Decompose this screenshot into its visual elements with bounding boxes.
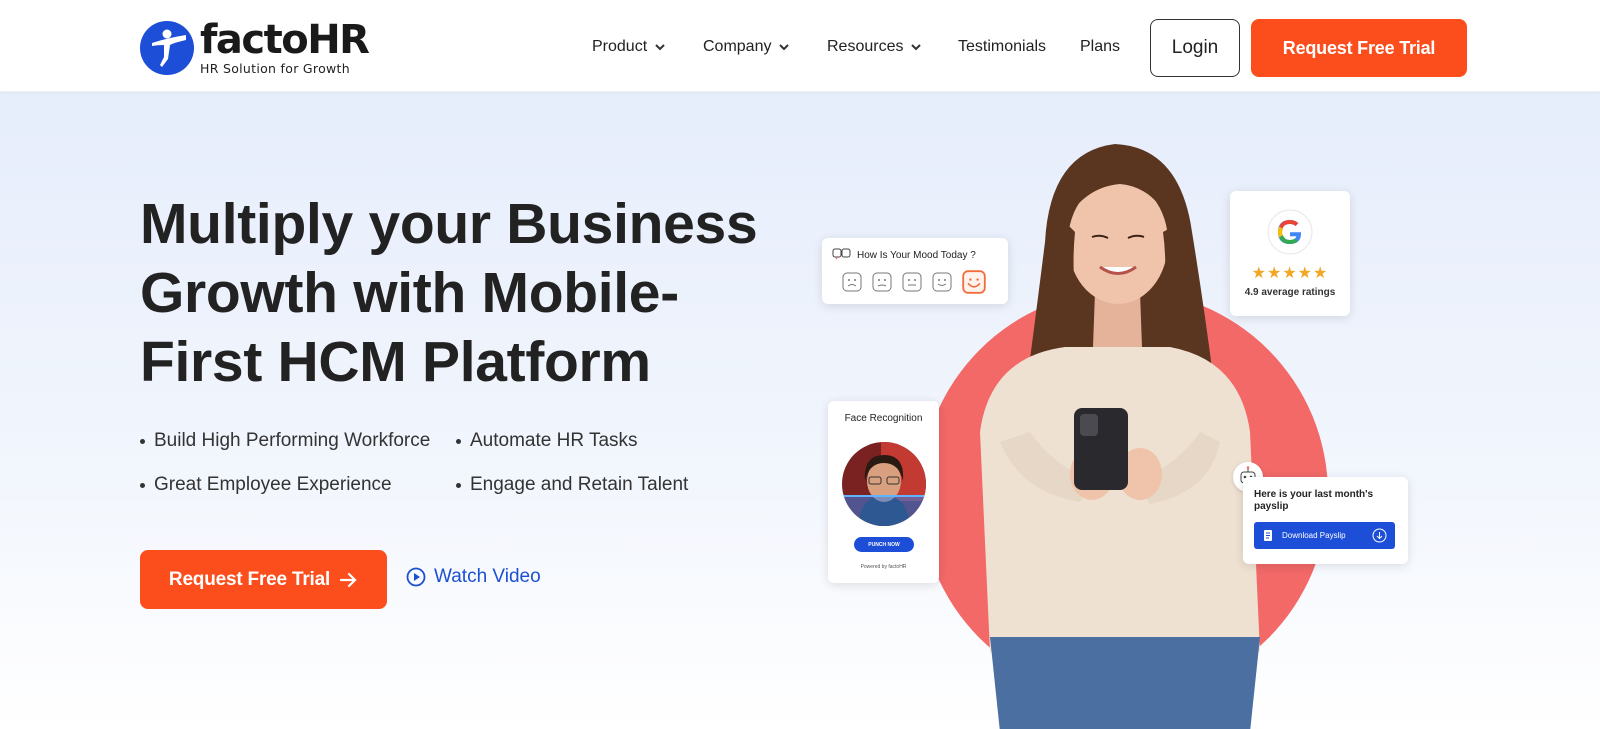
hero-illustration: How Is Your Mood Today ? ★★★★★ 4.9 avera… <box>820 132 1420 729</box>
nav-testimonials[interactable]: Testimonials <box>958 38 1046 56</box>
punch-now-button[interactable]: PUNCH NOW <box>854 537 914 552</box>
hero-section: Multiply your Business Growth with Mobil… <box>0 92 1600 729</box>
chevron-down-icon <box>779 44 790 51</box>
nav-company[interactable]: Company <box>703 38 790 56</box>
payslip-card: Here is your last month's payslip Downlo… <box>1243 477 1408 564</box>
document-icon <box>1264 530 1272 541</box>
happy-face-icon <box>962 270 986 294</box>
feature-item: Automate HR Tasks <box>456 430 638 452</box>
rating-text: 4.9 average ratings <box>1244 287 1336 298</box>
brand-logo[interactable]: factoHR HR Solution for Growth <box>140 17 370 76</box>
nav-testimonials-label: Testimonials <box>958 38 1047 55</box>
face-recognition-title: Face Recognition <box>844 413 923 424</box>
chevron-down-icon <box>911 44 922 51</box>
arrow-right-icon <box>340 572 357 587</box>
request-trial-header-button[interactable]: Request Free Trial <box>1251 19 1467 77</box>
google-logo-icon <box>1267 209 1313 255</box>
hero-title-line: Growth with Mobile- <box>140 261 679 325</box>
download-icon <box>1372 528 1387 543</box>
star-rating: ★★★★★ <box>1251 265 1329 282</box>
nav-plans-label: Plans <box>1080 38 1121 55</box>
watch-video-link[interactable]: Watch Video <box>406 566 541 588</box>
mood-faces <box>842 270 996 294</box>
feature-item: Great Employee Experience <box>140 474 392 496</box>
face-scan-photo <box>842 442 926 526</box>
login-button[interactable]: Login <box>1150 19 1240 77</box>
hero-title-line: First HCM Platform <box>140 330 651 394</box>
unhappy-face-icon <box>872 272 892 292</box>
chevron-down-icon <box>655 44 665 51</box>
nav-product[interactable]: Product <box>592 38 666 56</box>
hero-title: Multiply your Business Growth with Mobil… <box>140 190 780 397</box>
feature-item: Build High Performing Workforce <box>140 430 430 452</box>
mood-card: How Is Your Mood Today ? <box>822 238 1008 304</box>
request-trial-hero-button[interactable]: Request Free Trial <box>140 550 387 609</box>
logo-name: factoHR <box>200 17 370 63</box>
mood-card-title: How Is Your Mood Today ? <box>857 250 976 261</box>
cta-label: Request Free Trial <box>168 568 331 590</box>
hero-title-line: Multiply your Business <box>140 192 758 256</box>
play-circle-icon <box>406 567 426 587</box>
google-rating-card: ★★★★★ 4.9 average ratings <box>1230 191 1350 316</box>
feature-item: Engage and Retain Talent <box>456 474 688 496</box>
nav-resources[interactable]: Resources <box>827 38 922 56</box>
neutral-face-icon <box>902 272 922 292</box>
watch-video-label: Watch Video <box>434 566 541 587</box>
powered-by-label: Powered by factoHR <box>860 564 907 570</box>
content-face-icon <box>932 272 952 292</box>
chat-bubbles-icon <box>832 248 851 260</box>
face-recognition-card: Face Recognition PUNCH NOW Powered by fa… <box>828 401 939 583</box>
nav-resources-label: Resources <box>827 38 904 55</box>
download-payslip-label: Download Payslip <box>1282 531 1346 540</box>
nav-company-label: Company <box>703 38 772 55</box>
logo-tagline: HR Solution for Growth <box>200 61 350 76</box>
sad-face-icon <box>842 272 862 292</box>
nav-plans[interactable]: Plans <box>1080 38 1120 56</box>
nav-product-label: Product <box>592 38 648 55</box>
logo-person-icon <box>140 21 194 75</box>
download-payslip-button[interactable]: Download Payslip <box>1254 522 1395 549</box>
payslip-message: Here is your last month's payslip <box>1254 489 1374 512</box>
site-header: factoHR HR Solution for Growth Product C… <box>0 0 1600 92</box>
